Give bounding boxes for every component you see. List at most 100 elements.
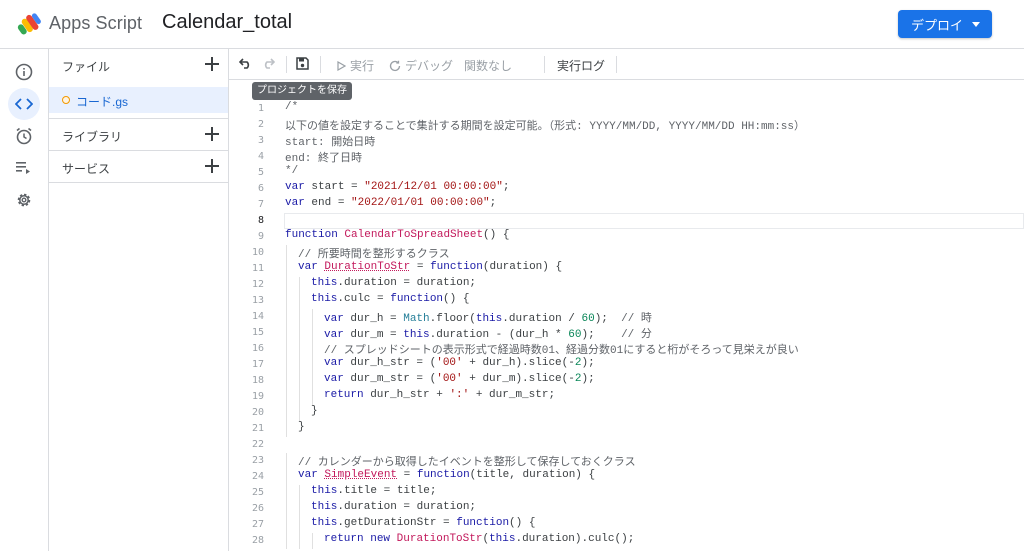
code-token: var xyxy=(324,313,344,325)
code-token: .duration / xyxy=(502,313,582,325)
line-number: 7 xyxy=(257,199,264,210)
debug-button[interactable]: デバッグ xyxy=(389,57,453,74)
indent-guide xyxy=(286,357,287,373)
code-line[interactable]: function CalendarToSpreadSheet() { xyxy=(285,229,509,241)
line-number: 20 xyxy=(251,407,264,418)
code-token: dur_h_str + xyxy=(363,389,450,401)
indent-guide xyxy=(286,293,287,309)
add-service-plus-icon[interactable] xyxy=(205,159,219,173)
code-token: () { xyxy=(509,517,536,529)
execution-log-label: 実行ログ xyxy=(557,59,606,73)
code-token: start = xyxy=(304,181,365,193)
function-selector[interactable]: 関数なし xyxy=(464,57,512,74)
file-item-code-gs[interactable]: コード.gs xyxy=(49,87,228,113)
indent-guide xyxy=(286,309,287,325)
code-token: ); xyxy=(581,373,595,385)
save-button[interactable] xyxy=(296,57,309,70)
redo-icon xyxy=(264,58,275,69)
chevron-down-icon xyxy=(972,22,980,27)
code-line[interactable]: var dur_h_str = ('00' + dur_h).slice(-2)… xyxy=(324,357,595,369)
code-token: dur_m = xyxy=(343,329,404,341)
code-line[interactable]: return new DurationToStr(this.duration).… xyxy=(324,533,634,545)
triggers-button[interactable] xyxy=(8,120,40,152)
add-file-plus-icon[interactable] xyxy=(205,57,219,71)
code-token: } xyxy=(298,421,305,433)
code-token: function xyxy=(285,229,338,241)
code-line[interactable]: this.culc = function() { xyxy=(311,293,469,305)
function-selector-label: 関数なし xyxy=(464,59,513,73)
code-line[interactable]: var dur_h = Math.floor(this.duration / 6… xyxy=(324,309,652,325)
code-line[interactable]: // カレンダーから取得したイベントを整形して保存しておくクラス xyxy=(298,453,636,469)
code-line[interactable]: } xyxy=(311,405,318,417)
code-token: function xyxy=(430,261,483,273)
code-token: CalendarToSpreadSheet xyxy=(344,229,484,241)
code-line[interactable]: var dur_m_str = ('00' + dur_m).slice(-2)… xyxy=(324,373,595,385)
line-number: 24 xyxy=(251,471,264,482)
indent-guide xyxy=(312,309,313,325)
code-line[interactable]: this.getDurationStr = function() { xyxy=(311,517,535,529)
execution-log-button[interactable]: 実行ログ xyxy=(557,57,605,74)
code-token: 60 xyxy=(581,313,595,325)
code-token: .culc = xyxy=(337,293,391,305)
code-token: () { xyxy=(443,293,470,305)
code-line[interactable]: /* xyxy=(285,101,298,113)
code-line[interactable]: this.title = title; xyxy=(311,485,436,497)
deploy-button[interactable]: デプロイ xyxy=(898,10,992,38)
overview-button[interactable] xyxy=(8,56,40,88)
redo-button[interactable] xyxy=(261,57,275,69)
line-number: 25 xyxy=(251,487,264,498)
code-line[interactable]: this.duration = duration; xyxy=(311,277,476,289)
code-line[interactable]: end: 終了日時 xyxy=(285,149,362,165)
code-token: // スプレッドシートの表示形式で経過時数01、経過分数01にすると桁がそろって… xyxy=(324,345,799,357)
indent-guide xyxy=(299,405,300,421)
toolbar-separator xyxy=(616,56,617,73)
line-number: 23 xyxy=(251,455,264,466)
add-library-plus-icon[interactable] xyxy=(205,127,219,141)
run-button[interactable]: 実行 xyxy=(337,57,374,74)
code-token: SimpleEvent xyxy=(324,469,398,481)
code-token: .getDurationStr = xyxy=(337,517,457,529)
code-line[interactable]: return dur_h_str + ':' + dur_m_str; xyxy=(324,389,555,401)
undo-button[interactable] xyxy=(239,57,253,69)
project-title[interactable]: Calendar_total xyxy=(162,11,292,34)
indent-guide xyxy=(299,533,300,549)
code-line[interactable]: var DurationToStr = function(duration) { xyxy=(298,261,562,273)
code-token: "2022/01/01 00:00:00" xyxy=(351,197,490,209)
line-number: 11 xyxy=(251,263,264,274)
code-line[interactable]: var end = "2022/01/01 00:00:00"; xyxy=(285,197,496,209)
files-section-header: ファイル xyxy=(49,49,228,81)
executions-button[interactable] xyxy=(8,152,40,184)
divider xyxy=(49,182,228,183)
code-token: (duration) { xyxy=(482,261,563,273)
code-line[interactable]: var SimpleEvent = function(title, durati… xyxy=(298,469,595,481)
apps-script-logo-icon xyxy=(17,13,41,35)
alarm-clock-icon xyxy=(16,127,32,145)
code-line[interactable]: } xyxy=(298,421,305,433)
indent-guide xyxy=(299,293,300,309)
editor-button[interactable] xyxy=(8,88,40,120)
app-name[interactable]: Apps Script xyxy=(49,13,142,34)
code-line[interactable]: // 所要時間を整形するクラス xyxy=(298,245,450,261)
code-line[interactable]: this.duration = duration; xyxy=(311,501,476,513)
code-line[interactable]: // スプレッドシートの表示形式で経過時数01、経過分数01にすると桁がそろって… xyxy=(324,341,799,357)
indent-guide xyxy=(299,357,300,373)
code-line[interactable]: */ xyxy=(285,165,298,177)
code-line[interactable]: 以下の値を設定することで集計する期間を設定可能。（形式: YYYY/MM/DD,… xyxy=(285,117,805,133)
code-token: ':' xyxy=(449,389,470,401)
indent-guide xyxy=(312,373,313,389)
code-line[interactable]: var dur_m = this.duration - (dur_h * 60)… xyxy=(324,325,652,341)
code-token: var xyxy=(298,261,318,273)
code-token: this xyxy=(311,517,338,529)
top-bar: Apps Script Calendar_total デプロイ xyxy=(0,0,1024,49)
code-editor[interactable]: 1 /* 2 以下の値を設定することで集計する期間を設定可能。（形式: YYYY/MM… xyxy=(229,80,1024,551)
code-token: + dur_h).slice(- xyxy=(462,357,575,369)
line-number: 1 xyxy=(257,103,264,114)
code-line[interactable]: var start = "2021/12/01 00:00:00"; xyxy=(285,181,509,193)
code-token: */ xyxy=(285,165,299,177)
code-token: ; xyxy=(502,181,510,193)
indent-guide xyxy=(299,277,300,293)
code-token: function xyxy=(456,517,510,529)
code-line[interactable]: start: 開始日時 xyxy=(285,133,375,149)
playlist-play-icon xyxy=(16,162,30,174)
settings-button[interactable] xyxy=(8,184,40,216)
